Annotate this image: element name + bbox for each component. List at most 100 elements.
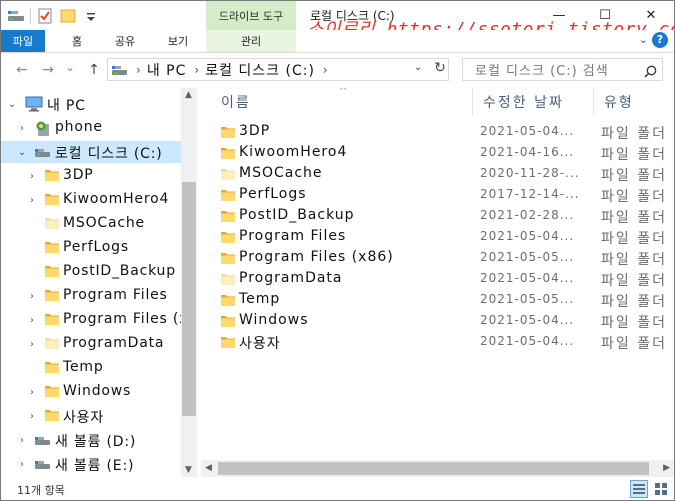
collapsed-chevron-icon[interactable]: › <box>27 315 37 326</box>
phone-drive-icon <box>35 121 51 139</box>
up-button[interactable]: ↑ <box>85 62 103 78</box>
file-list-horizontal-scrollbar[interactable]: ◀ ▶ <box>201 460 674 477</box>
file-row[interactable]: PostID_Backup 2021-02-28... 파일 폴더 <box>201 205 674 226</box>
tree-item[interactable]: › Program Files <box>1 285 181 307</box>
address-dropdown-icon[interactable]: ⌄ <box>414 62 422 73</box>
tab-view[interactable]: 보기 <box>157 30 199 52</box>
collapsed-chevron-icon[interactable]: › <box>17 435 27 446</box>
collapsed-chevron-icon[interactable]: › <box>27 339 37 350</box>
details-view-icon[interactable] <box>630 480 648 498</box>
tree-item[interactable]: › 새 볼륨 (D:) <box>1 429 181 451</box>
tree-item[interactable]: ⌄ 로컬 디스크 (C:) <box>1 141 181 163</box>
tab-home[interactable]: 홈 <box>57 30 97 52</box>
tree-item[interactable]: ⌄ 내 PC <box>1 93 181 115</box>
expanded-chevron-icon[interactable]: ⌄ <box>17 147 27 158</box>
file-row[interactable]: Program Files 2021-05-04... 파일 폴더 <box>201 226 674 247</box>
navigation-pane-scrollbar[interactable]: ▲ ▼ <box>181 88 197 477</box>
file-row[interactable]: 사용자 2021-05-04... 파일 폴더 <box>201 331 674 352</box>
expanded-chevron-icon[interactable]: ⌄ <box>7 99 17 110</box>
search-icon[interactable] <box>644 63 657 82</box>
scroll-down-icon[interactable]: ▼ <box>185 465 192 475</box>
sort-ascending-icon: ^ <box>339 88 348 97</box>
back-button[interactable]: ← <box>13 62 31 78</box>
file-row[interactable]: MSOCache 2020-11-28-... 파일 폴더 <box>201 163 674 184</box>
tree-item[interactable]: › Windows <box>1 381 181 403</box>
refresh-button[interactable]: ↻ <box>431 60 449 79</box>
explorer-window: 드라이브 도구 로컬 디스크 (C:) 소이로리 https://ssotori… <box>0 0 675 501</box>
file-name: PerfLogs <box>239 186 307 202</box>
column-divider[interactable] <box>593 88 594 116</box>
tree-item[interactable]: › 사용자 <box>1 405 181 427</box>
help-icon[interactable]: ? <box>652 32 668 48</box>
file-type: 파일 폴더 <box>601 189 667 205</box>
file-type: 파일 폴더 <box>601 168 667 184</box>
file-row[interactable]: PerfLogs 2017-12-14-... 파일 폴더 <box>201 184 674 205</box>
address-bar[interactable]: › 내 PC › 로컬 디스크 (C:) › <box>107 58 449 81</box>
file-row[interactable]: Windows 2021-05-04... 파일 폴더 <box>201 310 674 331</box>
file-name: PostID_Backup <box>239 207 355 223</box>
breadcrumb-separator-icon[interactable]: › <box>323 63 328 77</box>
folder-icon <box>221 336 235 352</box>
tree-item[interactable]: Temp <box>1 357 181 379</box>
minimize-button[interactable]: — <box>536 1 582 30</box>
breadcrumb-drive[interactable]: 로컬 디스크 (C:) <box>205 60 315 80</box>
breadcrumb-pc[interactable]: 내 PC <box>147 60 187 80</box>
item-count: 11개 항목 <box>17 484 65 497</box>
tab-file[interactable]: 파일 <box>1 30 45 52</box>
tree-item[interactable]: › phone <box>1 117 181 139</box>
scroll-left-icon[interactable]: ◀ <box>205 463 212 473</box>
tree-item[interactable]: PerfLogs <box>1 237 181 259</box>
tree-item[interactable]: › Program Files (x86) <box>1 309 181 331</box>
tab-manage[interactable]: 관리 <box>206 30 296 52</box>
properties-icon[interactable] <box>36 7 54 25</box>
collapsed-chevron-icon[interactable]: › <box>27 387 37 398</box>
tree-item-label: Windows <box>63 383 132 399</box>
new-folder-icon[interactable] <box>59 7 77 25</box>
file-row[interactable]: Temp 2021-05-05... 파일 폴더 <box>201 289 674 310</box>
scrollbar-thumb[interactable] <box>182 182 196 416</box>
collapsed-chevron-icon[interactable]: › <box>27 171 37 182</box>
folder-icon <box>45 217 59 233</box>
recent-locations-button[interactable]: ⌄ <box>61 60 79 74</box>
large-icons-view-icon[interactable] <box>652 480 670 498</box>
breadcrumb-separator-icon[interactable]: › <box>136 63 141 77</box>
tree-item-label: 새 볼륨 (D:) <box>55 434 137 450</box>
tree-item-label: 사용자 <box>63 410 105 426</box>
file-row[interactable]: KiwoomHero4 2021-04-16... 파일 폴더 <box>201 142 674 163</box>
column-divider[interactable] <box>472 88 473 116</box>
close-button[interactable]: ✕ <box>628 1 674 30</box>
tree-item[interactable]: › ProgramData <box>1 333 181 355</box>
tree-item[interactable]: PostID_Backup <box>1 261 181 283</box>
maximize-button[interactable]: ☐ <box>582 1 628 30</box>
collapsed-chevron-icon[interactable]: › <box>17 459 27 470</box>
scrollbar-thumb[interactable] <box>218 462 649 475</box>
status-bar: 11개 항목 <box>1 477 674 500</box>
column-header-type[interactable]: 유형 <box>604 88 634 116</box>
file-row[interactable]: ProgramData 2021-05-04... 파일 폴더 <box>201 268 674 289</box>
customize-toolbar-icon[interactable] <box>82 7 100 25</box>
collapsed-chevron-icon[interactable]: › <box>27 411 37 422</box>
collapsed-chevron-icon[interactable]: › <box>17 123 27 134</box>
scroll-right-icon[interactable]: ▶ <box>663 463 670 473</box>
collapsed-chevron-icon[interactable]: › <box>27 291 37 302</box>
forward-button[interactable]: → <box>39 62 57 78</box>
file-row[interactable]: Program Files (x86) 2021-05-05... 파일 폴더 <box>201 247 674 268</box>
tree-item[interactable]: › KiwoomHero4 <box>1 189 181 211</box>
tab-share[interactable]: 공유 <box>105 30 145 52</box>
drive-app-icon[interactable] <box>7 7 25 25</box>
column-header-modified[interactable]: 수정한 날짜 <box>483 88 564 116</box>
column-header-name[interactable]: 이름 <box>221 88 251 116</box>
file-row[interactable]: 3DP 2021-05-04... 파일 폴더 <box>201 121 674 142</box>
folder-icon <box>221 315 235 331</box>
file-modified-date: 2021-05-04... <box>480 334 575 348</box>
search-input[interactable]: 로컬 디스크 (C:) 검색 <box>462 58 663 81</box>
expand-ribbon-icon[interactable]: ⌄ <box>639 33 648 46</box>
scroll-up-icon[interactable]: ▲ <box>185 90 192 100</box>
tree-item[interactable]: › 새 볼륨 (E:) <box>1 453 181 475</box>
breadcrumb-separator-icon[interactable]: › <box>194 63 199 77</box>
file-modified-date: 2021-05-04... <box>480 271 575 285</box>
tree-item[interactable]: MSOCache <box>1 213 181 235</box>
collapsed-chevron-icon[interactable]: › <box>27 195 37 206</box>
title-bar: 드라이브 도구 로컬 디스크 (C:) 소이로리 https://ssotori… <box>1 1 674 40</box>
tree-item[interactable]: › 3DP <box>1 165 181 187</box>
